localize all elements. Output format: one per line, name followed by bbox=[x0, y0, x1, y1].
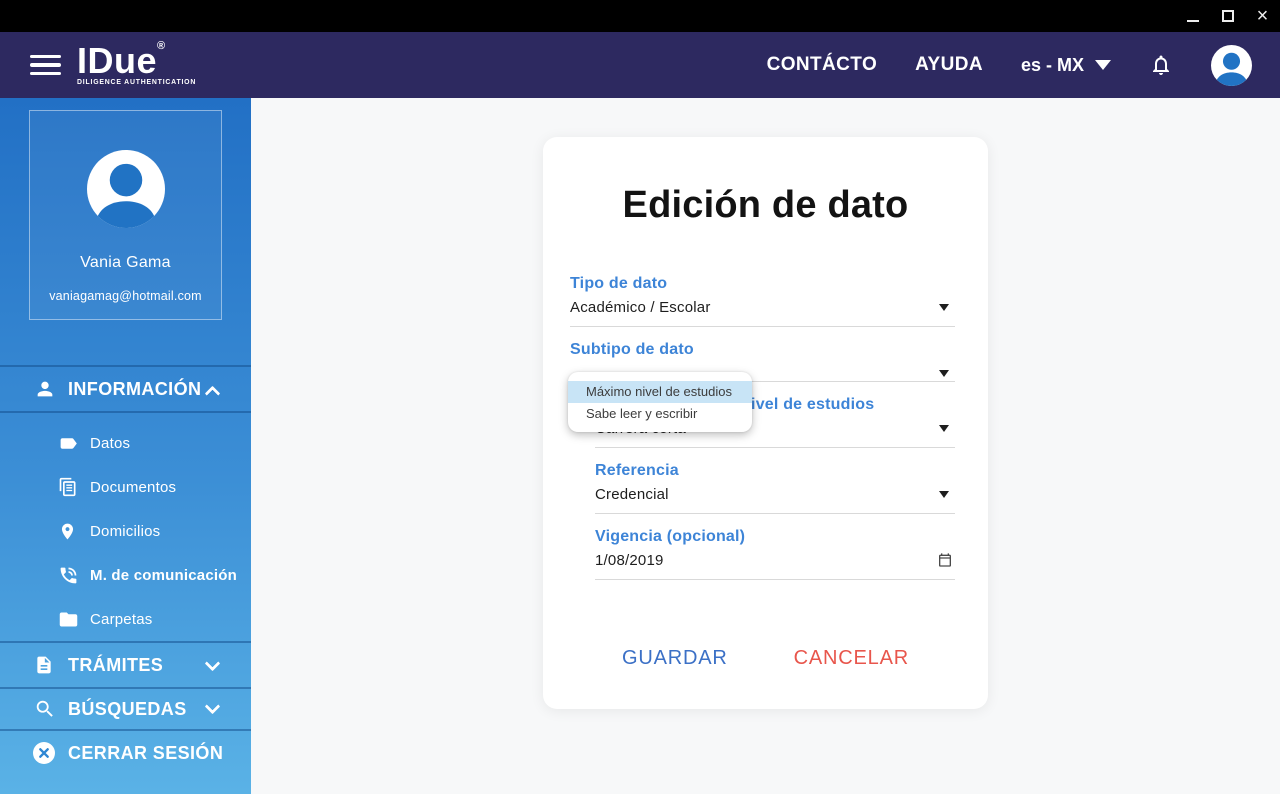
logout-button[interactable]: CERRAR SESIÓN bbox=[0, 731, 251, 775]
sidebar-item-label: M. de comunicación bbox=[90, 566, 237, 584]
field-label: Vigencia (opcional) bbox=[595, 528, 746, 545]
field-referencia: Referencia Credencial bbox=[595, 462, 955, 514]
edit-data-form: Tipo de dato Académico / Escolar Subtipo… bbox=[570, 275, 955, 594]
field-label: Referencia bbox=[595, 462, 679, 479]
calendar-icon bbox=[937, 552, 953, 568]
app-logo: IDue® DILIGENCE AUTHENTICATION bbox=[77, 40, 197, 87]
edit-data-modal: Edición de dato Tipo de dato Académico /… bbox=[543, 137, 988, 709]
chevron-down-icon bbox=[204, 655, 221, 672]
chevron-down-icon bbox=[204, 698, 221, 715]
profile-email: vaniagamag@hotmail.com bbox=[49, 289, 202, 303]
field-label: Tipo de dato bbox=[570, 275, 668, 292]
logo-tagline: DILIGENCE AUTHENTICATION bbox=[77, 79, 197, 87]
profile-name: Vania Gama bbox=[80, 254, 171, 271]
maximize-button[interactable] bbox=[1210, 0, 1245, 32]
cancel-button[interactable]: CANCELAR bbox=[794, 647, 909, 670]
person-icon bbox=[96, 163, 155, 228]
window-titlebar: × bbox=[0, 0, 1280, 32]
tipo-de-dato-select[interactable]: Académico / Escolar bbox=[570, 299, 955, 327]
close-button[interactable]: × bbox=[1245, 0, 1280, 32]
sidebar-item-medios-comunicacion[interactable]: M. de comunicación bbox=[0, 553, 251, 597]
informacion-submenu: Datos Documentos Domicilios M. de comuni… bbox=[0, 413, 251, 641]
save-button[interactable]: GUARDAR bbox=[622, 647, 728, 670]
modal-title: Edición de dato bbox=[622, 184, 909, 226]
sidebar-section-tramites[interactable]: TRÁMITES bbox=[0, 641, 251, 689]
hamburger-menu-button[interactable] bbox=[30, 50, 61, 81]
chevron-up-icon bbox=[204, 385, 221, 402]
close-circle-icon bbox=[32, 741, 56, 765]
field-vigencia: Vigencia (opcional) 1/08/2019 bbox=[595, 528, 955, 580]
section-label: INFORMACIÓN bbox=[68, 378, 202, 399]
language-label: es - MX bbox=[1020, 54, 1084, 75]
caret-down-icon bbox=[1095, 60, 1111, 70]
sidebar-section-busquedas[interactable]: BÚSQUEDAS bbox=[0, 689, 251, 731]
subtipo-dropdown-list: Máximo nivel de estudios Sabe leer y esc… bbox=[568, 372, 752, 432]
sidebar-section-informacion[interactable]: INFORMACIÓN bbox=[0, 365, 251, 413]
documents-icon bbox=[58, 477, 79, 497]
sidebar-item-carpetas[interactable]: Carpetas bbox=[0, 597, 251, 641]
tag-icon bbox=[58, 433, 79, 454]
sidebar-item-label: Domicilios bbox=[90, 522, 161, 540]
caret-down-icon bbox=[939, 491, 949, 498]
logout-label: CERRAR SESIÓN bbox=[68, 742, 224, 763]
person-icon bbox=[1216, 52, 1247, 86]
bell-icon bbox=[1153, 55, 1169, 75]
document-icon bbox=[34, 655, 56, 675]
field-tipo-de-dato: Tipo de dato Académico / Escolar bbox=[570, 275, 955, 327]
profile-avatar bbox=[86, 150, 165, 228]
vigencia-date-input[interactable]: 1/08/2019 bbox=[595, 552, 955, 580]
menu-icon bbox=[30, 54, 61, 59]
logo-text: IDue bbox=[77, 39, 158, 81]
date-value: 1/08/2019 bbox=[595, 552, 664, 569]
help-link[interactable]: AYUDA bbox=[915, 54, 983, 76]
dropdown-option-maximo-nivel[interactable]: Máximo nivel de estudios bbox=[568, 381, 752, 403]
sidebar: Vania Gama vaniagamag@hotmail.com INFORM… bbox=[0, 98, 251, 794]
sidebar-item-datos[interactable]: Datos bbox=[0, 421, 251, 465]
field-label: Subtipo de dato bbox=[570, 341, 694, 358]
location-pin-icon bbox=[58, 522, 79, 541]
section-label: BÚSQUEDAS bbox=[68, 698, 187, 719]
modal-actions: GUARDAR CANCELAR bbox=[543, 647, 988, 670]
caret-down-icon bbox=[939, 304, 949, 311]
sidebar-nav: INFORMACIÓN Datos Documentos Domicilios … bbox=[0, 365, 251, 775]
notifications-button[interactable] bbox=[1149, 53, 1173, 77]
person-icon bbox=[34, 378, 56, 400]
referencia-select[interactable]: Credencial bbox=[595, 486, 955, 514]
caret-down-icon bbox=[939, 425, 949, 432]
phone-icon bbox=[58, 565, 79, 586]
language-selector[interactable]: es - MX bbox=[1021, 55, 1111, 76]
maximize-icon bbox=[1221, 10, 1234, 22]
caret-down-icon bbox=[939, 370, 949, 377]
minimize-icon bbox=[1186, 20, 1199, 22]
section-label: TRÁMITES bbox=[68, 654, 164, 675]
sidebar-item-label: Carpetas bbox=[90, 610, 153, 628]
sidebar-item-label: Documentos bbox=[90, 478, 177, 496]
dropdown-option-sabe-leer[interactable]: Sabe leer y escribir bbox=[568, 403, 752, 425]
minimize-button[interactable] bbox=[1175, 0, 1210, 32]
close-icon: × bbox=[1256, 5, 1269, 27]
main-content: Edición de dato Tipo de dato Académico /… bbox=[251, 98, 1280, 794]
sidebar-item-domicilios[interactable]: Domicilios bbox=[0, 509, 251, 553]
profile-card: Vania Gama vaniagamag@hotmail.com bbox=[29, 110, 222, 320]
contact-link[interactable]: CONTÁCTO bbox=[767, 54, 878, 76]
select-value: Credencial bbox=[595, 486, 669, 503]
select-value: Académico / Escolar bbox=[570, 299, 711, 316]
user-avatar-button[interactable] bbox=[1211, 44, 1252, 86]
app-header: IDue® DILIGENCE AUTHENTICATION CONTÁCTO … bbox=[0, 32, 1280, 98]
sidebar-item-documentos[interactable]: Documentos bbox=[0, 465, 251, 509]
folder-icon bbox=[58, 609, 79, 630]
search-icon bbox=[34, 698, 56, 720]
sidebar-item-label: Datos bbox=[90, 434, 131, 452]
registered-mark: ® bbox=[157, 39, 166, 52]
